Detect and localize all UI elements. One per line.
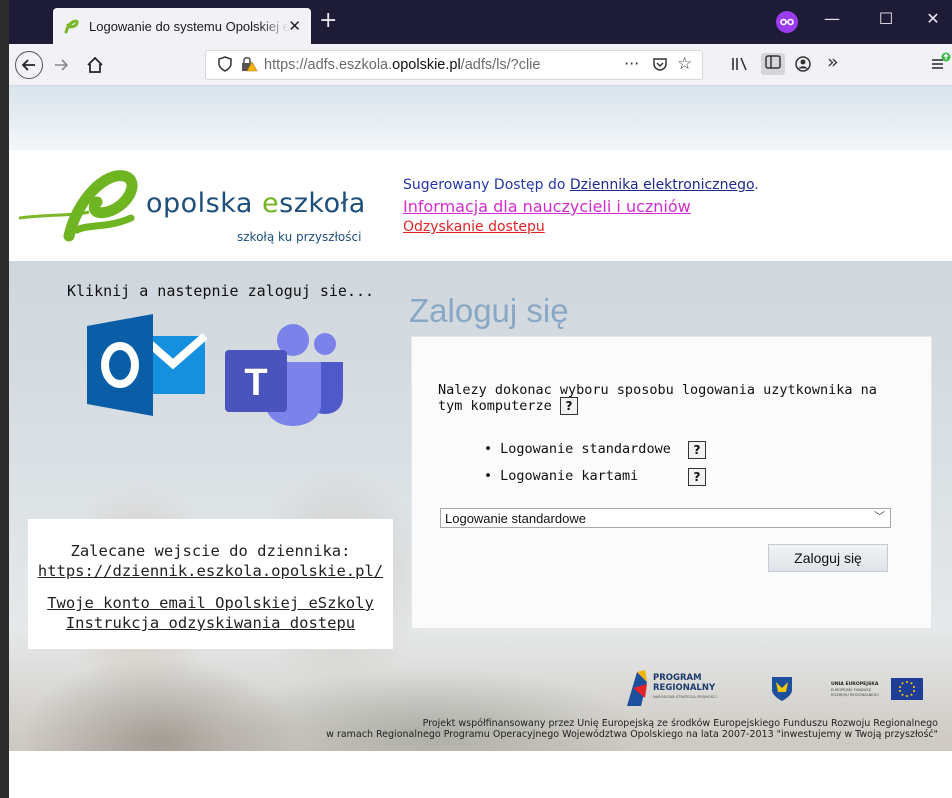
help-standard-button[interactable]: ? xyxy=(688,441,706,459)
top-links: Sugerowany Dostęp do Dziennika elektroni… xyxy=(403,175,759,238)
login-panel: Nalezy dokonac wyboru sposobu logowania … xyxy=(411,336,932,629)
svg-text:O: O xyxy=(87,314,88,315)
suggested-access: Sugerowany Dostęp do Dziennika elektroni… xyxy=(403,177,759,193)
diary-url-link[interactable]: https://dziennik.eszkola.opolskie.pl/ xyxy=(28,561,393,581)
overflow-menu-icon[interactable]: » xyxy=(827,53,839,72)
click-instruction: Kliknij a nastepnie zaloguj sie... xyxy=(67,282,375,300)
eszkola-swoosh-icon xyxy=(19,170,138,242)
logo-tagline: szkołą ku przyszłości xyxy=(237,230,362,244)
window-edge xyxy=(0,0,9,798)
account-icon[interactable] xyxy=(795,56,811,76)
forward-button[interactable] xyxy=(47,51,75,79)
login-button[interactable]: Zaloguj się xyxy=(768,544,888,572)
svg-text:ROZWOJU REGIONALNEGO: ROZWOJU REGIONALNEGO xyxy=(831,693,879,697)
url-bar[interactable]: https://adfs.eszkola.opolskie.pl/adfs/ls… xyxy=(205,50,703,80)
access-recovery-link[interactable]: Odzyskanie dostepu xyxy=(403,217,759,238)
tab-title: Logowanie do systemu Opolskiej eSzkoły xyxy=(89,18,289,34)
browser-toolbar: https://adfs.eszkola.opolskie.pl/adfs/ls… xyxy=(9,44,952,86)
svg-text:EUROPEJSKI FUNDUSZ: EUROPEJSKI FUNDUSZ xyxy=(831,688,872,692)
teams-icon[interactable]: T xyxy=(225,322,345,426)
svg-text:UNIA EUROPEJSKA: UNIA EUROPEJSKA xyxy=(831,681,879,687)
diary-info-box: Zalecane wejscie do dziennika: https://d… xyxy=(28,519,393,649)
diary-link[interactable]: Dziennika elektronicznego xyxy=(570,177,754,193)
outlook-icon[interactable]: O xyxy=(87,314,207,416)
insecure-lock-icon[interactable] xyxy=(240,56,258,76)
login-title: Zaloguj się xyxy=(409,292,569,329)
close-window-icon[interactable]: ✕ xyxy=(918,9,948,29)
help-cards-button[interactable]: ? xyxy=(688,468,706,486)
chevron-down-icon: ﹀ xyxy=(874,511,885,523)
browser-tab[interactable]: Logowanie do systemu Opolskiej eSzkoły ✕ xyxy=(53,8,311,44)
tab-close-icon[interactable]: ✕ xyxy=(288,17,301,35)
eu-flag-logo: UNIA EUROPEJSKA EUROPEJSKI FUNDUSZ ROZWO… xyxy=(831,678,923,700)
funding-notice: Projekt współfinansowany przez Unię Euro… xyxy=(326,718,938,740)
opolskie-coat-of-arms-icon xyxy=(772,677,792,701)
recovery-instructions-link[interactable]: Instrukcja odzyskiwania dostepu xyxy=(28,613,393,633)
recommended-entry-text: Zalecane wejscie do dziennika: xyxy=(70,542,351,560)
funding-logos: PROGRAM REGIONALNY NARODOWA STRATEGIA SP… xyxy=(9,666,952,710)
web-page: opolska eszkoła szkołą ku przyszłości Su… xyxy=(9,86,952,798)
help-button[interactable]: ? xyxy=(559,397,578,415)
library-icon[interactable] xyxy=(731,56,749,76)
arrow-right-icon xyxy=(55,59,69,71)
method-cards: • Logowanie kartami xyxy=(484,468,639,484)
browser-titlebar: Logowanie do systemu Opolskiej eSzkoły ✕… xyxy=(9,0,952,44)
sidebar-icon[interactable] xyxy=(761,53,785,75)
minimize-icon[interactable]: — xyxy=(817,9,847,29)
pocket-icon[interactable] xyxy=(652,56,668,76)
svg-text:NARODOWA STRATEGIA SPÓJNOŚCI: NARODOWA STRATEGIA SPÓJNOŚCI xyxy=(653,694,717,699)
shield-icon[interactable] xyxy=(218,56,232,76)
opolska-eszkola-logo[interactable]: opolska eszkoła szkołą ku przyszłości xyxy=(19,166,379,256)
back-button[interactable] xyxy=(15,51,43,79)
home-button[interactable] xyxy=(81,51,109,79)
app-menu-update-icon[interactable] xyxy=(931,52,951,76)
arrow-left-icon xyxy=(21,59,35,71)
svg-text:REGIONALNY: REGIONALNY xyxy=(653,683,716,693)
url-text[interactable]: https://adfs.eszkola.opolskie.pl/adfs/ls… xyxy=(264,57,540,73)
private-browsing-icon xyxy=(776,11,798,33)
svg-text:PROGRAM: PROGRAM xyxy=(653,673,702,683)
home-icon xyxy=(87,56,103,73)
svg-text:T: T xyxy=(244,362,267,404)
login-method-message: Nalezy dokonac wyboru sposobu logowania … xyxy=(438,382,877,415)
email-account-link[interactable]: Twoje konto email Opolskiej eSzkoly xyxy=(28,593,393,613)
info-teachers-students-link[interactable]: Informacja dla nauczycieli i uczniów xyxy=(403,196,759,217)
maximize-icon[interactable]: ☐ xyxy=(871,9,901,29)
login-method-select[interactable]: Logowanie standardowe ﹀ xyxy=(440,508,891,528)
program-regionalny-logo: PROGRAM REGIONALNY NARODOWA STRATEGIA SP… xyxy=(627,670,717,706)
logo-wordmark: opolska eszkoła xyxy=(146,188,366,219)
new-tab-button[interactable]: + xyxy=(319,10,337,32)
method-standard: • Logowanie standardowe xyxy=(484,441,671,457)
page-actions-icon[interactable]: ··· xyxy=(624,54,639,73)
eszkola-favicon-icon xyxy=(64,19,79,34)
bookmark-star-icon[interactable]: ☆ xyxy=(677,54,692,74)
page-top-band xyxy=(9,86,952,150)
